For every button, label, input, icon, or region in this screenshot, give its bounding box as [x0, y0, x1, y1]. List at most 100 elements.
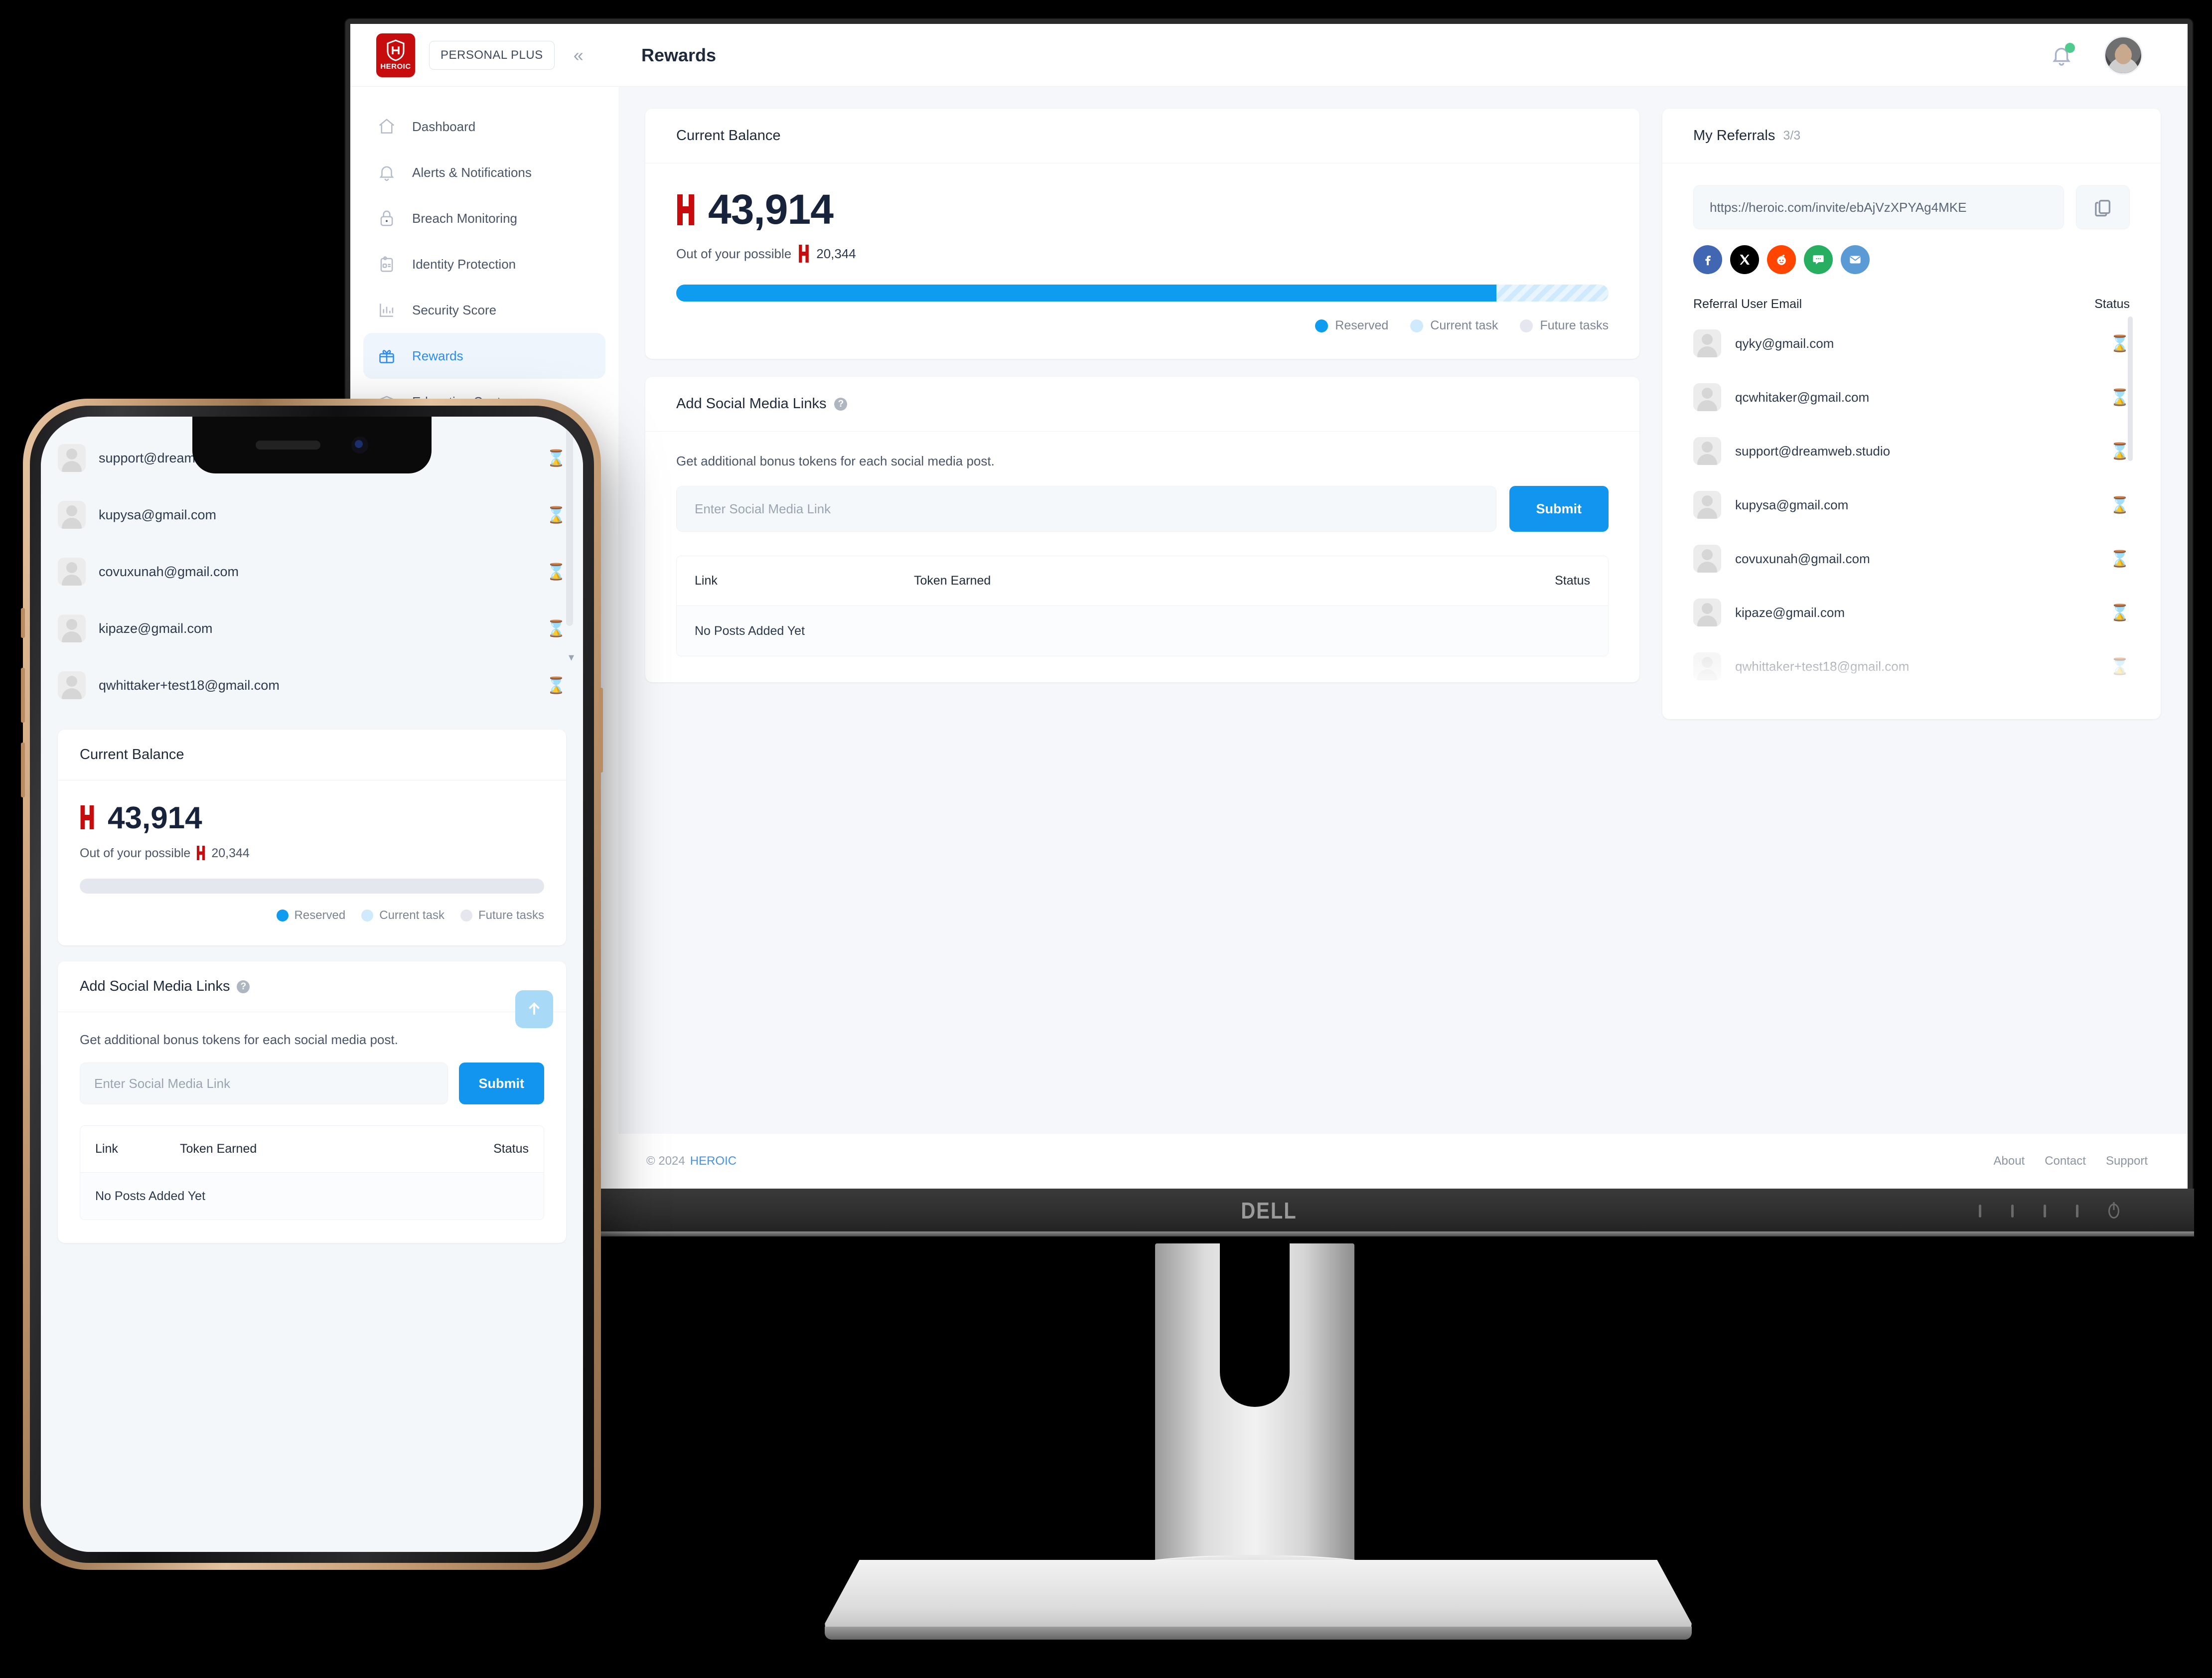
legend-dot [1315, 319, 1328, 332]
topbar-actions [2050, 35, 2143, 75]
social-link-input[interactable] [80, 1063, 448, 1104]
footer-link-contact[interactable]: Contact [2045, 1154, 2086, 1168]
legend-item-future-tasks: Future tasks [460, 909, 544, 922]
list-item[interactable]: covuxunah@gmail.com ⌛ [58, 543, 566, 600]
chevron-double-left-icon[interactable]: « [574, 46, 584, 64]
invite-link-field[interactable]: https://heroic.com/invite/ebAjVzXPYAg4MK… [1693, 185, 2064, 229]
card-title: Add Social Media Links [676, 396, 827, 412]
card-body: 43,914 Out of your possible 20,344 Reser… [645, 163, 1639, 359]
monitor-button[interactable] [1979, 1205, 1981, 1218]
mobile-phone: ▾ support@dreamweb.studio ⌛ kupysa@gmail… [21, 399, 603, 1570]
empty-message: No Posts Added Yet [695, 623, 805, 638]
referral-list-scrollbar[interactable] [2128, 316, 2133, 461]
invite-link-row: https://heroic.com/invite/ebAjVzXPYAg4MK… [1693, 185, 2130, 229]
avatar [58, 558, 86, 586]
plan-badge[interactable]: PERSONAL PLUS [429, 40, 555, 70]
left-column: Current Balance 43,914 Out of your possi… [645, 109, 1639, 1112]
content-area: Rewards Current Balance 43,914 Out of yo… [618, 24, 2188, 1189]
column-header-link: Link [695, 574, 718, 588]
card-header: Add Social Media Links ? [645, 377, 1639, 432]
table-row[interactable]: support@dreamweb.studio ⌛ [1693, 424, 2130, 478]
sidebar-item-rewards[interactable]: Rewards [363, 333, 605, 379]
phone-list-scrollbar[interactable] [566, 427, 573, 626]
brand-row: HEROIC PERSONAL PLUS « [350, 24, 618, 87]
facebook-share-icon[interactable] [1693, 245, 1722, 274]
hourglass-icon: ⌛ [546, 676, 566, 694]
legend-item-reserved: Reserved [1315, 318, 1388, 333]
monitor-button[interactable] [2076, 1205, 2078, 1218]
avatar [1693, 383, 1721, 411]
heroic-token-icon [80, 805, 95, 831]
hourglass-icon: ⌛ [546, 563, 566, 581]
sidebar-item-breach-monitoring[interactable]: Breach Monitoring [363, 195, 605, 241]
notifications-bell-button[interactable] [2050, 42, 2075, 67]
progress-segment-reserved [80, 879, 488, 894]
table-row[interactable]: qyky@gmail.com ⌛ [1693, 316, 2130, 370]
monitor-button[interactable] [2044, 1205, 2046, 1218]
avatar [58, 614, 86, 642]
chevron-down-icon[interactable]: ▾ [569, 651, 574, 664]
phone-volume-up-button[interactable] [21, 668, 25, 723]
referral-list[interactable]: qyky@gmail.com ⌛ qcwhitaker@gmail.com ⌛ [1693, 316, 2133, 693]
empty-message: No Posts Added Yet [95, 1189, 206, 1203]
avatar [1693, 329, 1721, 357]
phone-screen: ▾ support@dreamweb.studio ⌛ kupysa@gmail… [41, 417, 583, 1552]
heroic-logo-icon[interactable]: HEROIC [376, 33, 415, 77]
sidebar-item-identity-protection[interactable]: Identity Protection [363, 241, 605, 287]
legend-dot [1410, 319, 1424, 332]
hourglass-icon: ⌛ [546, 449, 566, 467]
sidebar-item-alerts[interactable]: Alerts & Notifications [363, 150, 605, 195]
sidebar-nav: Dashboard Alerts & Notifications Breach … [350, 87, 618, 425]
balance-possible-row: Out of your possible 20,344 [80, 846, 544, 861]
submit-button[interactable]: Submit [458, 1063, 544, 1104]
card-header: Current Balance [645, 109, 1639, 163]
email-share-icon[interactable] [1841, 245, 1870, 274]
footer-link-support[interactable]: Support [2106, 1154, 2148, 1168]
heroic-wordmark: HEROIC [380, 62, 411, 71]
table-row[interactable]: qwhittaker+test18@gmail.com ⌛ [1693, 639, 2130, 693]
footer-link-about[interactable]: About [1994, 1154, 2025, 1168]
shield-icon [386, 39, 406, 61]
footer-brand-link[interactable]: HEROIC [690, 1154, 737, 1168]
reddit-share-icon[interactable] [1767, 245, 1796, 274]
table-row[interactable]: kipaze@gmail.com ⌛ [1693, 586, 2130, 639]
avatar [58, 501, 86, 529]
list-item[interactable]: qwhittaker+test18@gmail.com ⌛ [58, 657, 566, 714]
legend-dot [361, 910, 374, 921]
sidebar-item-dashboard[interactable]: Dashboard [363, 104, 605, 150]
table-row[interactable]: covuxunah@gmail.com ⌛ [1693, 532, 2130, 586]
monitor-button[interactable] [2011, 1205, 2014, 1218]
list-item[interactable]: kupysa@gmail.com ⌛ [58, 486, 566, 543]
social-input-row: Submit [80, 1063, 544, 1104]
legend-item-current-task: Current task [1410, 318, 1498, 333]
phone-power-button[interactable] [599, 688, 603, 772]
footer: © 2024 HEROIC About Contact Support [618, 1134, 2188, 1189]
table-row[interactable]: qcwhitaker@gmail.com ⌛ [1693, 370, 2130, 424]
arrow-up-icon[interactable] [515, 990, 553, 1028]
referral-email: qwhittaker+test18@gmail.com [99, 677, 280, 693]
balance-amount: 43,914 [708, 186, 834, 233]
hourglass-icon: ⌛ [546, 506, 566, 524]
submit-button[interactable]: Submit [1509, 486, 1609, 532]
list-item[interactable]: kipaze@gmail.com ⌛ [58, 600, 566, 657]
table-row[interactable]: kupysa@gmail.com ⌛ [1693, 478, 2130, 532]
sms-share-icon[interactable] [1804, 245, 1833, 274]
legend-dot [1520, 319, 1533, 332]
phone-volume-down-button[interactable] [21, 743, 25, 797]
social-link-input[interactable] [676, 486, 1496, 532]
footer-links: About Contact Support [1994, 1154, 2148, 1168]
balance-progress-bar [676, 285, 1609, 302]
social-hint: Get additional bonus tokens for each soc… [80, 1032, 398, 1047]
card-body: Get additional bonus tokens for each soc… [645, 432, 1639, 682]
legend-label: Reserved [1335, 318, 1389, 332]
question-mark-icon[interactable]: ? [237, 980, 250, 993]
sidebar-item-security-score[interactable]: Security Score [363, 287, 605, 333]
question-mark-icon[interactable]: ? [834, 397, 848, 411]
avatar[interactable] [2104, 35, 2143, 75]
copy-icon[interactable] [2076, 185, 2130, 229]
power-icon[interactable] [2108, 1204, 2119, 1219]
x-twitter-share-icon[interactable] [1730, 245, 1759, 274]
social-hint: Get additional bonus tokens for each soc… [676, 454, 995, 468]
bell-icon [376, 162, 397, 183]
phone-silent-switch[interactable] [21, 608, 25, 638]
